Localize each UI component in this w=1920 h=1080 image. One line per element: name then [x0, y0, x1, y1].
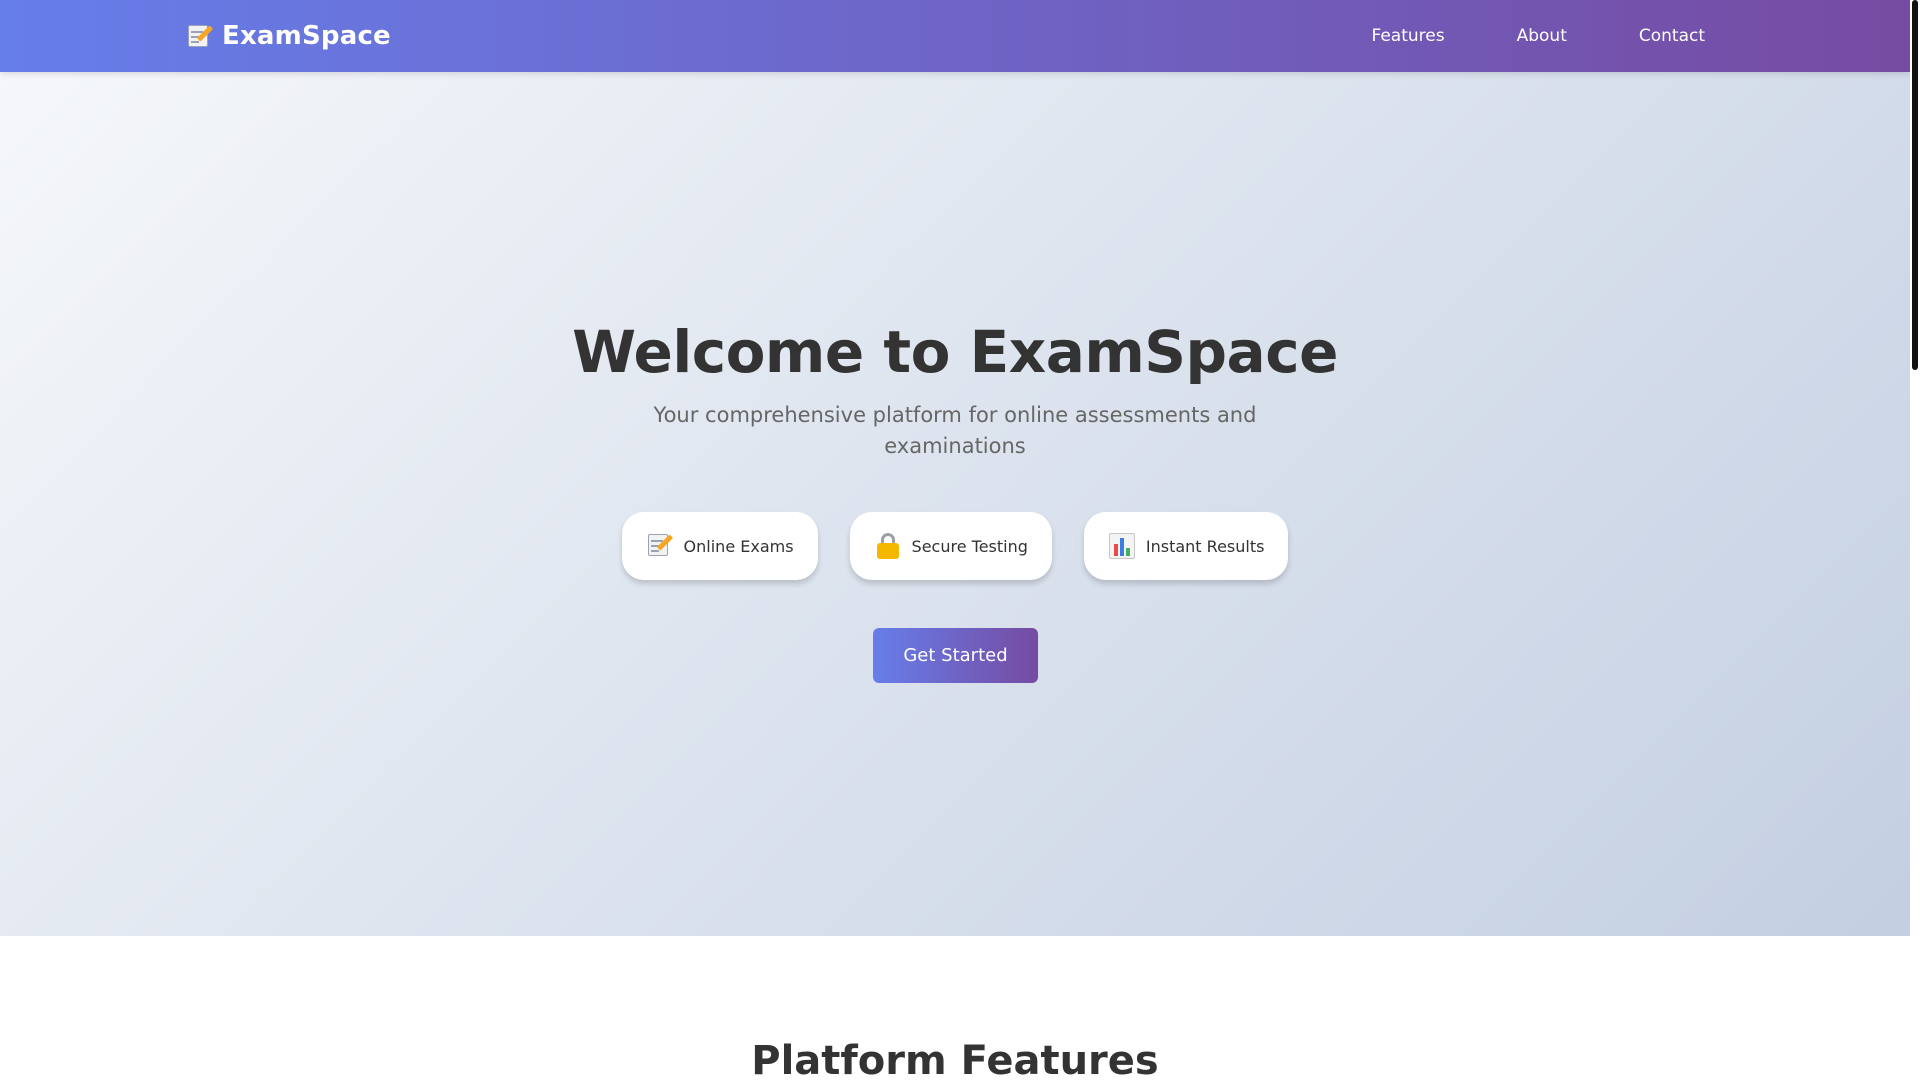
page: ExamSpace Features About Contact Welcome…: [0, 0, 1920, 1080]
pill-label: Online Exams: [683, 536, 794, 556]
brand-logo[interactable]: ExamSpace: [186, 0, 391, 72]
nav-links: Features About Contact: [1371, 0, 1705, 72]
features-title: Platform Features: [751, 1038, 1159, 1080]
pill-label: Secure Testing: [911, 536, 1028, 556]
bar-chart-icon: [1108, 532, 1136, 560]
features-section: Platform Features: [0, 936, 1910, 1080]
hero-subtitle: Your comprehensive platform for online a…: [653, 403, 1257, 458]
pill-online-exams[interactable]: Online Exams: [621, 512, 818, 580]
get-started-button[interactable]: Get Started: [873, 628, 1038, 683]
nav-link-features[interactable]: Features: [1371, 26, 1444, 46]
hero-title: Welcome to ExamSpace: [572, 318, 1338, 386]
nav-link-about[interactable]: About: [1517, 26, 1567, 46]
navbar: ExamSpace Features About Contact: [0, 0, 1910, 72]
lock-icon: [874, 532, 902, 560]
brand-name: ExamSpace: [222, 21, 391, 51]
feature-pill-row: Online Exams Secure Testing Instant Resu…: [0, 512, 1910, 580]
pill-secure-testing[interactable]: Secure Testing: [849, 512, 1052, 580]
hero-section: Welcome to ExamSpace Your comprehensive …: [0, 72, 1910, 936]
pill-instant-results[interactable]: Instant Results: [1083, 512, 1289, 580]
scrollbar-thumb[interactable]: [1912, 0, 1918, 370]
memo-icon: [646, 532, 674, 560]
page-scrollbar[interactable]: [1910, 0, 1920, 1080]
nav-link-contact[interactable]: Contact: [1639, 26, 1705, 46]
memo-icon: [186, 23, 214, 49]
pill-label: Instant Results: [1145, 536, 1265, 556]
